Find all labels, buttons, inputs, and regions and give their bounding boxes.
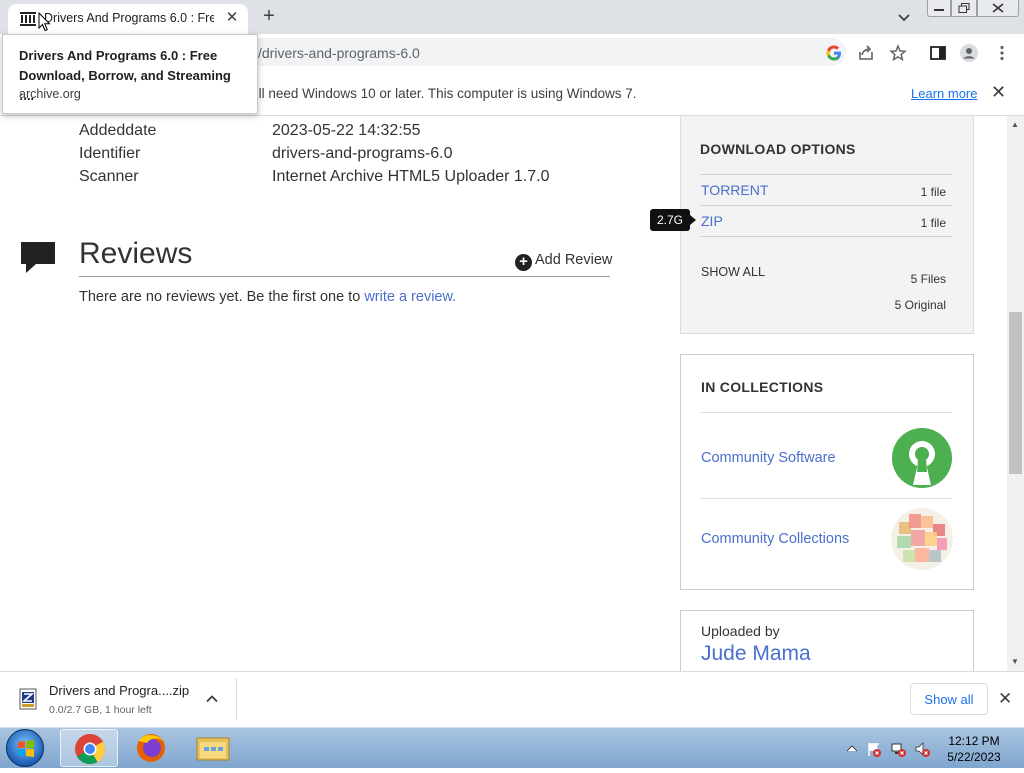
total-files-count: 5 Files [910, 272, 946, 286]
meta-key-scanner: Scanner [79, 168, 139, 185]
tab-close-icon[interactable]: ✕ [224, 10, 240, 26]
open-source-keyhole-icon[interactable] [891, 427, 953, 489]
zip-size-tooltip: 2.7G [650, 209, 696, 231]
meta-key-addeddate: Addeddate [79, 122, 157, 139]
download-options-heading: DOWNLOAD OPTIONS [700, 141, 856, 157]
collection-link-community-collections[interactable]: Community Collections [701, 531, 849, 547]
network-icon[interactable] [890, 741, 906, 757]
show-all-downloads-button[interactable]: Show all [910, 683, 988, 715]
share-icon[interactable] [857, 44, 875, 62]
hover-card-domain: archive.org [19, 87, 81, 101]
learn-more-link[interactable]: Learn more [911, 86, 977, 101]
divider [700, 236, 952, 237]
zip-file-count: 1 file [920, 216, 946, 230]
url-text: /drivers-and-programs-6.0 [258, 45, 420, 61]
divider [700, 412, 952, 413]
collections-heading: IN COLLECTIONS [701, 379, 824, 395]
torrent-file-count: 1 file [920, 185, 946, 199]
download-shelf [0, 671, 1024, 727]
taskbar-chrome[interactable] [60, 729, 118, 767]
infobar-close-icon[interactable]: ✕ [991, 82, 1006, 103]
volume-muted-icon[interactable] [914, 741, 930, 757]
meta-key-identifier: Identifier [79, 145, 141, 162]
divider [700, 174, 952, 175]
plus-circle-icon: + [515, 254, 532, 271]
folder-icon [196, 737, 230, 761]
action-center-flag-icon[interactable] [866, 741, 882, 757]
internet-archive-icon [20, 12, 36, 26]
mouse-cursor-icon [38, 12, 51, 32]
show-hidden-icons-icon[interactable] [844, 741, 860, 757]
download-progress-status: 0.0/2.7 GB, 1 hour left [49, 704, 152, 716]
infobar-text: 'll need Windows 10 or later. This compu… [256, 86, 637, 101]
reviews-divider [79, 276, 610, 277]
meta-value-addeddate: 2023-05-22 14:32:55 [272, 122, 421, 139]
add-review-label: Add Review [535, 252, 613, 268]
community-collections-mosaic-icon[interactable] [891, 508, 953, 570]
windows-start-button[interactable] [6, 729, 44, 767]
tab-search-chevron-icon[interactable] [896, 9, 912, 25]
bookmark-star-icon[interactable] [889, 44, 907, 62]
meta-value-scanner: Internet Archive HTML5 Uploader 1.7.0 [272, 168, 550, 185]
google-icon[interactable] [825, 44, 843, 62]
taskbar-file-explorer[interactable] [184, 729, 242, 767]
window-close-button[interactable] [977, 0, 1019, 17]
show-all-files-link[interactable]: SHOW ALL [701, 265, 765, 279]
download-zip-link[interactable]: ZIP [701, 213, 723, 229]
divider [700, 205, 952, 206]
taskbar-firefox[interactable] [122, 729, 180, 767]
new-tab-icon[interactable]: + [259, 6, 279, 26]
download-torrent-link[interactable]: TORRENT [701, 182, 768, 198]
speech-bubble-icon [21, 242, 55, 273]
uploader-name-link[interactable]: Jude Mama [701, 642, 811, 666]
minimize-button[interactable] [927, 0, 951, 17]
download-shelf-close-icon[interactable]: ✕ [998, 689, 1012, 709]
windows-logo-icon [18, 740, 34, 757]
no-reviews-text: There are no reviews yet. Be the first o… [79, 289, 457, 305]
uploaded-by-label: Uploaded by [701, 623, 780, 639]
tab-hover-card: Drivers And Programs 6.0 : Free Download… [2, 34, 258, 114]
taskbar-clock[interactable]: 12:12 PM 5/22/2023 [944, 733, 1004, 765]
restore-button[interactable] [951, 0, 977, 17]
tab-title: Drivers And Programs 6.0 : Free Download… [44, 11, 214, 25]
clock-time: 12:12 PM [948, 734, 1000, 748]
firefox-icon [137, 734, 165, 762]
clock-date: 5/22/2023 [947, 750, 1001, 764]
profile-avatar-icon[interactable] [960, 44, 978, 62]
divider [700, 498, 952, 499]
scroll-down-arrow-icon[interactable]: ▼ [1011, 657, 1019, 666]
collection-link-community-software[interactable]: Community Software [701, 450, 836, 466]
chrome-icon [75, 734, 106, 765]
side-panel-icon[interactable] [929, 44, 947, 62]
chevron-up-icon[interactable] [205, 692, 219, 706]
original-files-count: 5 Original [894, 298, 946, 312]
reviews-heading: Reviews [79, 237, 193, 270]
write-review-link[interactable]: write a review. [364, 289, 456, 305]
more-menu-icon[interactable] [993, 44, 1011, 62]
download-filename[interactable]: Drivers and Progra....zip [49, 683, 189, 698]
scroll-up-arrow-icon[interactable]: ▲ [1011, 120, 1019, 129]
zip-file-icon [19, 688, 37, 710]
add-review-button[interactable]: + Add Review [515, 252, 612, 271]
meta-value-identifier: drivers-and-programs-6.0 [272, 145, 453, 162]
download-item-divider [236, 678, 237, 720]
scrollbar-thumb[interactable] [1009, 312, 1022, 474]
